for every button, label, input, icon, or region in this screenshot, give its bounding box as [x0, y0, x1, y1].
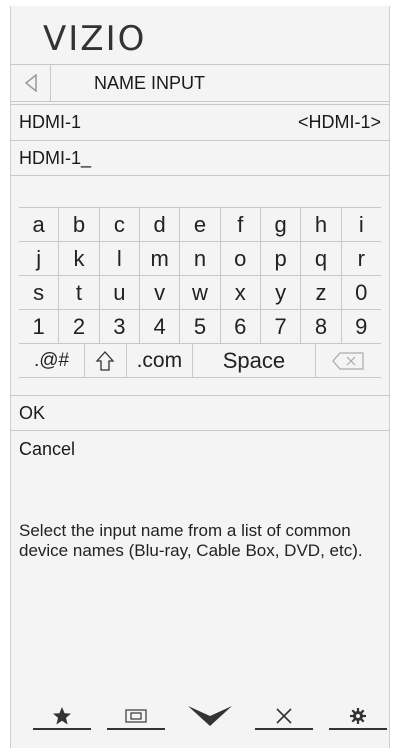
key-y[interactable]: y — [261, 276, 302, 309]
key-6[interactable]: 6 — [221, 310, 261, 343]
key-8[interactable]: 8 — [301, 310, 342, 343]
shift-arrow-icon — [95, 350, 115, 371]
key-backspace[interactable] — [316, 344, 381, 377]
key-z[interactable]: z — [301, 276, 342, 309]
bottom-nav-bar — [11, 696, 389, 736]
key-g[interactable]: g — [261, 208, 302, 241]
star-icon — [53, 707, 71, 725]
key-l[interactable]: l — [100, 242, 140, 275]
input-selector-row[interactable]: HDMI-1 <HDMI-1> — [11, 104, 389, 140]
key-x[interactable]: x — [221, 276, 261, 309]
onscreen-keyboard: a b c d e f g h i j k l m n o p q r s t … — [19, 207, 381, 378]
backspace-icon — [332, 351, 365, 370]
gear-icon — [350, 708, 366, 724]
back-triangle-icon — [24, 74, 37, 92]
key-3[interactable]: 3 — [100, 310, 140, 343]
nav-underline — [33, 728, 91, 730]
key-o[interactable]: o — [221, 242, 261, 275]
nav-picture-size-button[interactable] — [107, 696, 165, 736]
key-e[interactable]: e — [180, 208, 221, 241]
key-f[interactable]: f — [221, 208, 261, 241]
input-current-value: <HDMI-1> — [297, 112, 381, 132]
menu-header: NAME INPUT — [11, 64, 389, 102]
key-0[interactable]: 0 — [342, 276, 381, 309]
key-m[interactable]: m — [140, 242, 181, 275]
key-d[interactable]: d — [140, 208, 181, 241]
close-icon — [276, 708, 292, 724]
chevron-down-icon — [188, 706, 232, 726]
keyboard-row-special: .@# .com Space — [19, 344, 381, 378]
key-u[interactable]: u — [100, 276, 140, 309]
nav-expand-button[interactable] — [181, 696, 239, 736]
name-text-value: HDMI-1_ — [19, 147, 92, 168]
key-v[interactable]: v — [140, 276, 181, 309]
key-9[interactable]: 9 — [342, 310, 381, 343]
key-i[interactable]: i — [342, 208, 381, 241]
key-b[interactable]: b — [59, 208, 100, 241]
key-h[interactable]: h — [301, 208, 342, 241]
nav-settings-button[interactable] — [329, 696, 387, 736]
key-j[interactable]: j — [19, 242, 60, 275]
cancel-button[interactable]: Cancel — [11, 431, 389, 467]
settings-panel: VIZIO NAME INPUT HDMI-1 <HDMI-1> HDMI-1_… — [10, 6, 390, 748]
key-space[interactable]: Space — [193, 344, 316, 377]
keyboard-row-3: s t u v w x y z 0 — [19, 276, 381, 310]
key-shift[interactable] — [85, 344, 127, 377]
nav-underline — [329, 728, 387, 730]
key-w[interactable]: w — [180, 276, 221, 309]
aspect-ratio-icon — [125, 709, 147, 723]
key-symbols[interactable]: .@# — [19, 344, 86, 377]
nav-underline — [107, 728, 165, 730]
key-7[interactable]: 7 — [261, 310, 302, 343]
ok-label: OK — [19, 402, 46, 423]
name-text-field[interactable]: HDMI-1_ — [11, 140, 389, 176]
key-c[interactable]: c — [100, 208, 140, 241]
key-k[interactable]: k — [59, 242, 100, 275]
key-q[interactable]: q — [301, 242, 342, 275]
cancel-label: Cancel — [19, 438, 76, 459]
key-s[interactable]: s — [19, 276, 60, 309]
vizio-logo: VIZIO — [43, 19, 147, 59]
key-t[interactable]: t — [59, 276, 100, 309]
nav-close-button[interactable] — [255, 696, 313, 736]
keyboard-row-2: j k l m n o p q r — [19, 242, 381, 276]
key-5[interactable]: 5 — [180, 310, 221, 343]
keyboard-row-1: a b c d e f g h i — [19, 208, 381, 242]
input-label: HDMI-1 — [19, 112, 81, 132]
key-4[interactable]: 4 — [140, 310, 181, 343]
key-a[interactable]: a — [19, 208, 60, 241]
key-p[interactable]: p — [261, 242, 302, 275]
key-n[interactable]: n — [180, 242, 221, 275]
key-r[interactable]: r — [342, 242, 381, 275]
help-text: Select the input name from a list of com… — [19, 521, 363, 560]
nav-underline — [255, 728, 313, 730]
key-1[interactable]: 1 — [19, 310, 60, 343]
key-2[interactable]: 2 — [59, 310, 100, 343]
ok-button[interactable]: OK — [11, 395, 389, 431]
back-button[interactable] — [11, 65, 51, 101]
keyboard-row-4: 1 2 3 4 5 6 7 8 9 — [19, 310, 381, 344]
page-title: NAME INPUT — [94, 72, 206, 93]
nav-favorites-button[interactable] — [33, 696, 91, 736]
key-dotcom[interactable]: .com — [127, 344, 193, 377]
